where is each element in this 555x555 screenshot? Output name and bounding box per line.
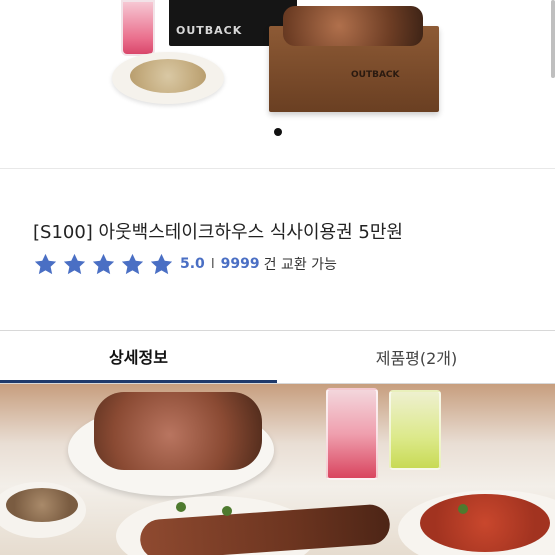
- tab-reviews[interactable]: 제품평(2개): [278, 331, 555, 383]
- rating-stars: [33, 252, 174, 277]
- star-icon: [33, 252, 58, 277]
- exchange-count: 9999: [220, 256, 260, 272]
- rating-separator: I: [210, 256, 215, 272]
- star-icon: [120, 252, 145, 277]
- box-brand-logo: OUTBACK: [176, 24, 243, 37]
- detail-food-image: [0, 384, 555, 555]
- star-icon: [149, 252, 174, 277]
- mushroom-dish: [6, 488, 78, 522]
- product-detail-page: OUTBACK OUTBACK [S100] 아웃백스테이크하우스 식사이용권 …: [0, 0, 555, 555]
- steak-tray-image: OUTBACK: [269, 6, 439, 112]
- scrollbar[interactable]: [551, 0, 555, 78]
- tab-detail-info[interactable]: 상세정보: [0, 331, 277, 383]
- tray-brand-logo: OUTBACK: [351, 70, 400, 80]
- carousel-dot-active[interactable]: [274, 128, 282, 136]
- star-icon: [91, 252, 116, 277]
- pasta-plate-image: [112, 52, 224, 104]
- pasta-food: [130, 59, 206, 93]
- tomato-pasta: [420, 494, 550, 552]
- section-divider: [0, 168, 555, 169]
- product-image-carousel[interactable]: OUTBACK OUTBACK: [0, 0, 555, 162]
- steak: [94, 392, 262, 470]
- star-icon: [62, 252, 87, 277]
- herb-garnish: [222, 506, 232, 516]
- herb-garnish: [458, 504, 468, 514]
- drink-image: [121, 0, 155, 56]
- product-title: [S100] 아웃백스테이크하우스 식사이용권 5만원: [33, 222, 403, 243]
- herb-garnish: [176, 502, 186, 512]
- rating-score: 5.0: [180, 256, 205, 272]
- exchange-count-label: 건 교환 가능: [263, 257, 337, 273]
- steak-meat: [283, 6, 423, 46]
- rating-row: 5.0 I 9999 건 교환 가능: [33, 252, 337, 276]
- lime-drink-glass: [389, 390, 441, 470]
- berry-drink-glass: [326, 388, 378, 480]
